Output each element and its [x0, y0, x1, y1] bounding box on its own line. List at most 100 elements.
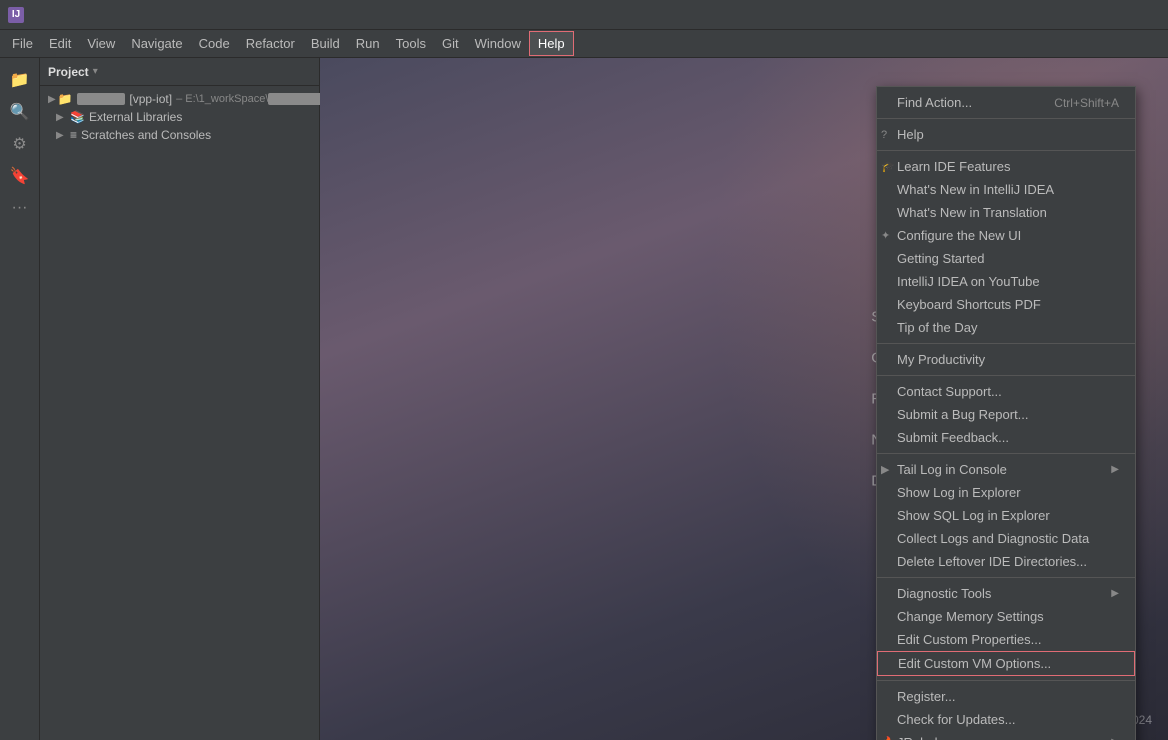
- menu-whats-new-translation[interactable]: What's New in Translation: [877, 201, 1135, 224]
- tree-blurred-name: ______: [77, 93, 126, 105]
- menu-edit-custom-props[interactable]: Edit Custom Properties...: [877, 628, 1135, 651]
- main-content: Search Everywhere Double Shift Go to Fil…: [320, 58, 1168, 740]
- menu-build[interactable]: Build: [303, 32, 348, 55]
- diagnostic-tools-submenu-icon: ▶: [1111, 588, 1119, 599]
- getting-started-label: Getting Started: [897, 251, 984, 266]
- menu-navigate[interactable]: Navigate: [123, 32, 190, 55]
- help-label: Help: [897, 127, 924, 142]
- menu-learn-ide[interactable]: 🎓 Learn IDE Features: [877, 155, 1135, 178]
- tree-libraries-label: External Libraries: [89, 110, 182, 124]
- menu-tools[interactable]: Tools: [388, 32, 434, 55]
- learn-ide-label: Learn IDE Features: [897, 159, 1010, 174]
- whats-new-intellij-label: What's New in IntelliJ IDEA: [897, 182, 1054, 197]
- tree-item-project[interactable]: ▶ 📁 ______ [vpp-iot] – E:\1_workSpace\ _…: [40, 90, 319, 108]
- menu-change-memory[interactable]: Change Memory Settings: [877, 605, 1135, 628]
- menu-delete-leftover[interactable]: Delete Leftover IDE Directories...: [877, 550, 1135, 573]
- submit-feedback-label: Submit Feedback...: [897, 430, 1009, 445]
- find-action-shortcut: Ctrl+Shift+A: [1034, 96, 1119, 110]
- tree-folder-icon: 📁: [58, 92, 73, 106]
- menu-file[interactable]: File: [4, 32, 41, 55]
- tree-scratches-icon: ≡: [70, 128, 77, 142]
- separator-5: [877, 453, 1135, 454]
- configure-new-ui-label: Configure the New UI: [897, 228, 1021, 243]
- tree-arrow-scratches: ▶: [56, 130, 68, 141]
- menu-getting-started[interactable]: Getting Started: [877, 247, 1135, 270]
- menu-diagnostic-tools[interactable]: Diagnostic Tools ▶: [877, 582, 1135, 605]
- diagnostic-tools-label: Diagnostic Tools: [897, 586, 991, 601]
- separator-1: [877, 118, 1135, 119]
- menu-tip-of-day[interactable]: Tip of the Day: [877, 316, 1135, 339]
- menu-whats-new-intellij[interactable]: What's New in IntelliJ IDEA: [877, 178, 1135, 201]
- menu-keyboard-shortcuts[interactable]: Keyboard Shortcuts PDF: [877, 293, 1135, 316]
- tree-item-libraries[interactable]: ▶ 📚 External Libraries: [40, 108, 319, 126]
- find-action-label: Find Action...: [897, 95, 972, 110]
- titlebar: IJ: [0, 0, 1168, 30]
- menu-tail-log[interactable]: ▶ Tail Log in Console ▶: [877, 458, 1135, 481]
- menu-help-item[interactable]: ? Help: [877, 123, 1135, 146]
- menu-git[interactable]: Git: [434, 32, 467, 55]
- menu-code[interactable]: Code: [191, 32, 238, 55]
- sidebar-icons: 📁 🔍 ⚙ 🔖 ···: [0, 58, 40, 740]
- menu-register[interactable]: Register...: [877, 685, 1135, 708]
- change-memory-label: Change Memory Settings: [897, 609, 1044, 624]
- intellij-youtube-label: IntelliJ IDEA on YouTube: [897, 274, 1040, 289]
- separator-7: [877, 680, 1135, 681]
- main-layout: 📁 🔍 ⚙ 🔖 ··· Project ▾ ▶ 📁 ______ [vpp-io…: [0, 58, 1168, 740]
- tail-log-submenu-icon: ▶: [1111, 464, 1119, 475]
- menu-intellij-youtube[interactable]: IntelliJ IDEA on YouTube: [877, 270, 1135, 293]
- contact-support-label: Contact Support...: [897, 384, 1002, 399]
- whats-new-translation-label: What's New in Translation: [897, 205, 1047, 220]
- jrebel-label: JRebel: [897, 735, 937, 740]
- menu-refactor[interactable]: Refactor: [238, 32, 303, 55]
- sidebar-bookmark-icon[interactable]: 🔖: [6, 162, 34, 190]
- sidebar-structure-icon[interactable]: ⚙: [6, 130, 34, 158]
- show-sql-log-label: Show SQL Log in Explorer: [897, 508, 1050, 523]
- submit-bug-label: Submit a Bug Report...: [897, 407, 1029, 422]
- panel-header: Project ▾: [40, 58, 319, 86]
- tree-arrow-project: ▶: [48, 94, 56, 105]
- menu-configure-new-ui[interactable]: ✦ Configure the New UI: [877, 224, 1135, 247]
- panel-dropdown-icon[interactable]: ▾: [93, 66, 98, 77]
- tip-of-day-label: Tip of the Day: [897, 320, 977, 335]
- sidebar-search-icon[interactable]: 🔍: [6, 98, 34, 126]
- tree-libraries-icon: 📚: [70, 110, 85, 124]
- project-tree: ▶ 📁 ______ [vpp-iot] – E:\1_workSpace\ _…: [40, 86, 319, 740]
- jrebel-icon: 🔥: [881, 736, 895, 740]
- tree-item-scratches[interactable]: ▶ ≡ Scratches and Consoles: [40, 126, 319, 144]
- menu-window[interactable]: Window: [467, 32, 529, 55]
- tail-log-label: Tail Log in Console: [897, 462, 1007, 477]
- sidebar-more-icon[interactable]: ···: [6, 194, 34, 222]
- menu-contact-support[interactable]: Contact Support...: [877, 380, 1135, 403]
- menu-collect-logs[interactable]: Collect Logs and Diagnostic Data: [877, 527, 1135, 550]
- menu-submit-bug[interactable]: Submit a Bug Report...: [877, 403, 1135, 426]
- collect-logs-label: Collect Logs and Diagnostic Data: [897, 531, 1089, 546]
- menu-show-sql-log[interactable]: Show SQL Log in Explorer: [877, 504, 1135, 527]
- learn-ide-icon: 🎓: [881, 160, 895, 173]
- tree-scratches-label: Scratches and Consoles: [81, 128, 211, 142]
- show-log-explorer-label: Show Log in Explorer: [897, 485, 1021, 500]
- configure-ui-icon: ✦: [881, 229, 890, 242]
- menu-jrebel[interactable]: 🔥 JRebel ▶: [877, 731, 1135, 740]
- tail-log-arrow-icon: ▶: [881, 463, 889, 476]
- menu-run[interactable]: Run: [348, 32, 388, 55]
- menu-check-updates[interactable]: Check for Updates...: [877, 708, 1135, 731]
- menu-edit-custom-vm[interactable]: Edit Custom VM Options...: [877, 651, 1135, 676]
- my-productivity-label: My Productivity: [897, 352, 985, 367]
- tree-project-label: [vpp-iot]: [129, 92, 172, 106]
- separator-4: [877, 375, 1135, 376]
- menu-edit[interactable]: Edit: [41, 32, 79, 55]
- panel-title: Project: [48, 65, 89, 79]
- menu-find-action[interactable]: Find Action... Ctrl+Shift+A: [877, 91, 1135, 114]
- menu-my-productivity[interactable]: My Productivity: [877, 348, 1135, 371]
- tree-path: – E:\1_workSpace\: [176, 93, 268, 105]
- menu-help[interactable]: Help: [529, 31, 574, 56]
- menu-submit-feedback[interactable]: Submit Feedback...: [877, 426, 1135, 449]
- separator-6: [877, 577, 1135, 578]
- separator-2: [877, 150, 1135, 151]
- register-label: Register...: [897, 689, 956, 704]
- menu-view[interactable]: View: [79, 32, 123, 55]
- sidebar-project-icon[interactable]: 📁: [6, 66, 34, 94]
- menu-show-log-explorer[interactable]: Show Log in Explorer: [877, 481, 1135, 504]
- help-prefix-icon: ?: [881, 129, 887, 141]
- project-panel: Project ▾ ▶ 📁 ______ [vpp-iot] – E:\1_wo…: [40, 58, 320, 740]
